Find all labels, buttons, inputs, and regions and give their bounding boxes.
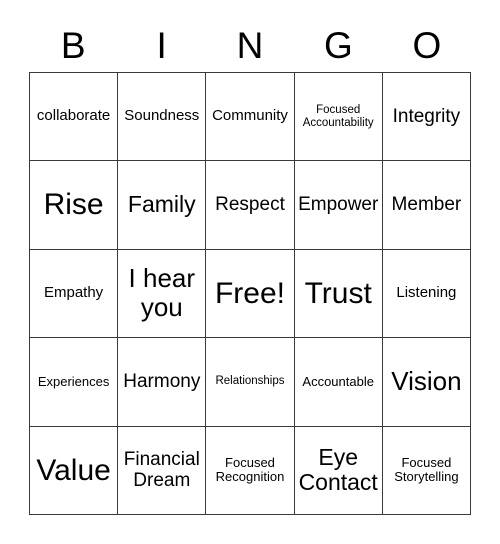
bingo-cell-label: Integrity [392, 106, 461, 128]
bingo-header-letter-g: G [324, 24, 353, 66]
bingo-cell-r1c2[interactable]: Soundness [118, 73, 207, 162]
bingo-cell-r3c2[interactable]: I hear you [118, 249, 207, 339]
bingo-cell-r2c5[interactable]: Member [382, 161, 471, 250]
bingo-header-letter-o: O [412, 24, 442, 66]
bingo-cell-label: Listening [396, 284, 457, 302]
bingo-cell-label: Respect [215, 194, 285, 216]
bingo-cell-r1c5[interactable]: Integrity [382, 73, 471, 162]
bingo-cell-r4c4[interactable]: Accountable [294, 338, 383, 427]
bingo-cell-label: Financial Dream [123, 449, 200, 492]
bingo-cell-label: Harmony [123, 371, 201, 393]
bingo-cell-r3c1[interactable]: Empathy [30, 249, 119, 339]
bingo-cell-label: Empower [298, 194, 379, 216]
bingo-header-row: B I N G O [29, 18, 471, 72]
bingo-cell-label: Rise [43, 188, 104, 222]
bingo-cell-label: Trust [304, 276, 372, 310]
bingo-cell-label: collaborate [36, 107, 111, 125]
bingo-cell-r1c1[interactable]: collaborate [30, 73, 119, 162]
bingo-cell-r5c4[interactable]: Eye Contact [294, 426, 383, 515]
bingo-cell-r4c2[interactable]: Harmony [118, 338, 207, 427]
bingo-cell-label: Focused Accountability [302, 103, 374, 129]
bingo-header-letter-n: N [236, 24, 264, 66]
bingo-cell-label: Accountable [302, 373, 374, 389]
bingo-cell-label: Soundness [124, 107, 200, 125]
bingo-cell-r1c4[interactable]: Focused Accountability [294, 73, 383, 162]
bingo-cell-label: Focused Recognition [215, 454, 285, 485]
bingo-cell-r2c1[interactable]: Rise [30, 161, 119, 250]
bingo-cell-label: Focused Storytelling [394, 454, 459, 485]
bingo-cell-label: Free! [214, 276, 285, 310]
bingo-grid: collaborate Soundness Community Focused … [29, 72, 471, 515]
bingo-cell-r5c5[interactable]: Focused Storytelling [382, 426, 471, 515]
bingo-cell-label: Experiences [37, 373, 110, 389]
bingo-header-letter-i: I [156, 24, 167, 66]
bingo-card: B I N G O collaborate Soundness Communit… [0, 0, 500, 544]
bingo-cell-r5c1[interactable]: Value [30, 426, 119, 515]
bingo-cell-r5c2[interactable]: Financial Dream [118, 426, 207, 515]
bingo-cell-label: Community [212, 107, 288, 125]
bingo-cell-r2c3[interactable]: Respect [206, 161, 295, 250]
bingo-cell-label: Value [36, 453, 111, 487]
bingo-header-letter-b: B [60, 24, 86, 66]
bingo-cell-r2c4[interactable]: Empower [294, 161, 383, 250]
bingo-cell-label: Empathy [43, 284, 104, 302]
bingo-cell-label: Member [391, 194, 462, 216]
bingo-cell-r4c3[interactable]: Relationships [206, 338, 295, 427]
bingo-cell-label: Family [127, 191, 196, 218]
bingo-cell-r4c5[interactable]: Vision [382, 338, 471, 427]
bingo-cell-label: I hear you [128, 263, 196, 323]
bingo-cell-r1c3[interactable]: Community [206, 73, 295, 162]
bingo-cell-label: Eye Contact [298, 443, 378, 496]
bingo-cell-r4c1[interactable]: Experiences [30, 338, 119, 427]
bingo-cell-r3c5[interactable]: Listening [382, 249, 471, 339]
bingo-cell-r3c3[interactable]: Free! [206, 249, 295, 339]
bingo-cell-label: Vision [391, 366, 462, 397]
bingo-cell-r2c2[interactable]: Family [118, 161, 207, 250]
bingo-cell-r3c4[interactable]: Trust [294, 249, 383, 339]
bingo-cell-label: Relationships [215, 375, 285, 388]
bingo-cell-r5c3[interactable]: Focused Recognition [206, 426, 295, 515]
